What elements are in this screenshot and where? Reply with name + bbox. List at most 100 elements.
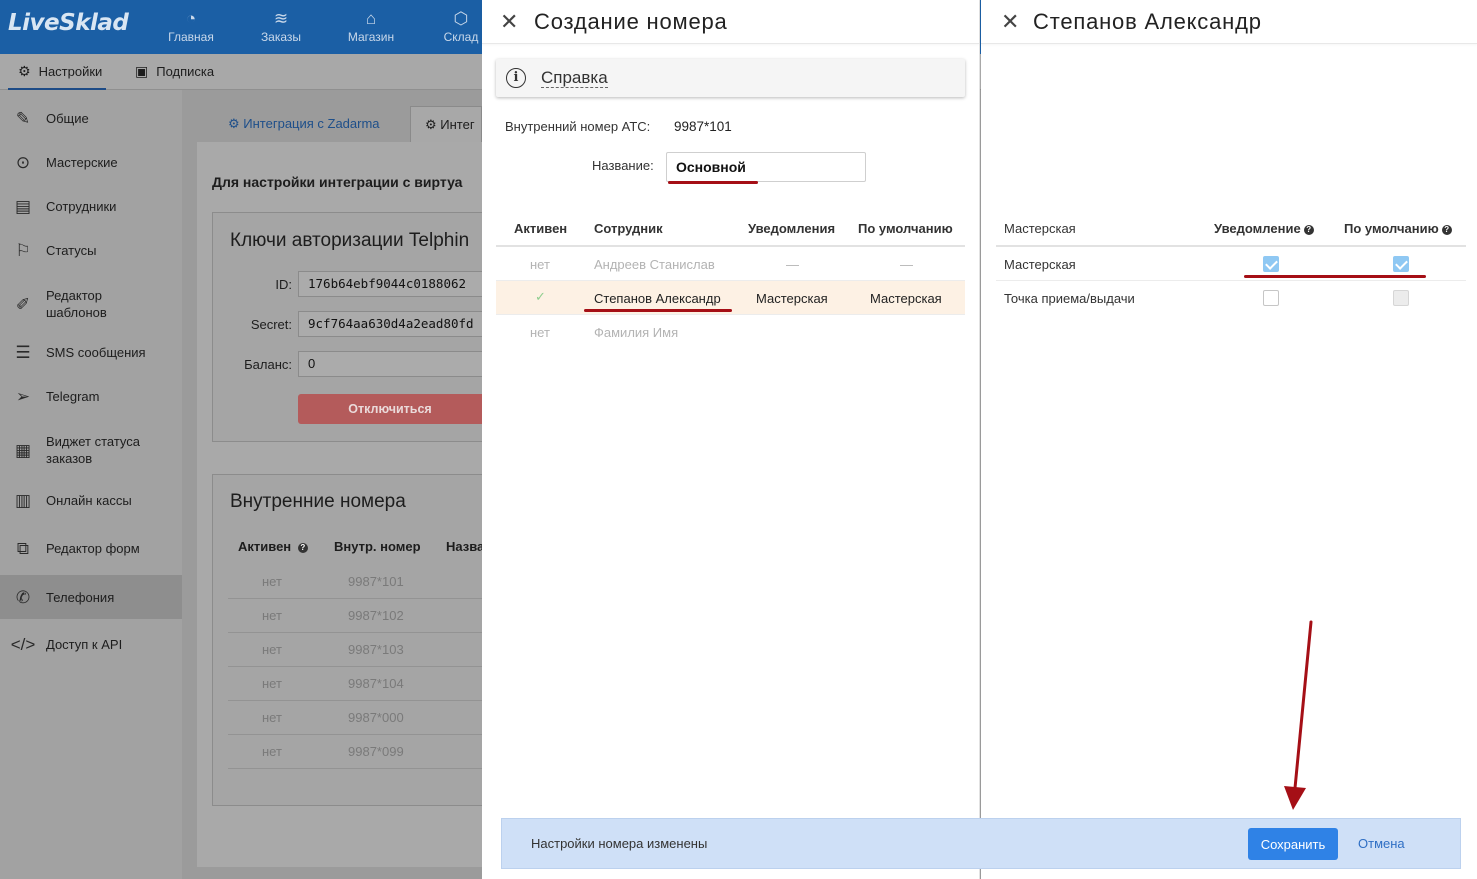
sidebar-item-employees[interactable]: ▤ Сотрудники	[0, 196, 182, 216]
close-icon[interactable]: ✕	[1001, 11, 1019, 33]
nav-home[interactable]: ◔ Главная	[151, 8, 231, 44]
sidebar-item-telegram[interactable]: ➢ Telegram	[0, 386, 182, 406]
id-field[interactable]: 176b64ebf9044c0188062	[298, 271, 482, 297]
header-notification-label: Уведомление	[1214, 221, 1301, 236]
atc-number-value: 9987*101	[674, 119, 732, 134]
sidebar-item-form-editor[interactable]: ⧉ Редактор форм	[0, 538, 182, 558]
tab-telphin[interactable]: ⚙ Интег	[410, 106, 482, 142]
header-default: По умолчанию	[858, 221, 953, 236]
sidebar-item-label: Редактор форм	[46, 540, 140, 556]
save-button[interactable]: Сохранить	[1248, 828, 1338, 860]
row-employee: Фамилия Имя	[594, 325, 679, 340]
nav-shop[interactable]: ⌂ Магазин	[331, 8, 411, 44]
table-row[interactable]: нет 9987*102	[228, 599, 482, 633]
help-link[interactable]: Справка	[541, 68, 608, 88]
internal-header-number: Внутр. номер	[334, 539, 421, 554]
auth-card-title: Ключи авторизации Telphin	[230, 230, 470, 251]
help-icon: ?	[297, 543, 308, 553]
employee-row[interactable]: нет Андреев Станислав — —	[496, 247, 965, 281]
chat-icon: ☰	[15, 342, 31, 362]
row-active: нет	[262, 608, 282, 623]
internal-card-title: Внутренние номера	[230, 491, 406, 512]
table-row[interactable]: нет 9987*000	[228, 701, 482, 735]
changes-footer: Настройки номера изменены Сохранить Отме…	[501, 818, 1461, 869]
basket-icon: ⌂	[365, 9, 377, 28]
employee-drawer-title: Степанов Александр	[1033, 9, 1262, 34]
tab-zadarma[interactable]: ⚙ Интеграция с Zadarma	[214, 106, 394, 142]
sidebar-item-label: Telegram	[46, 388, 100, 404]
sidebar-item-online-cash[interactable]: ▥ Онлайн кассы	[0, 490, 182, 510]
sidebar-item-workshops[interactable]: ⊙ Мастерские	[0, 152, 182, 172]
sidebar-item-label: Виджет статуса заказов	[46, 434, 141, 466]
subtab-subscription-label: Подписка	[156, 64, 215, 79]
sidebar-item-statuses[interactable]: ⚐ Статусы	[0, 240, 182, 260]
sidebar-item-label: Онлайн кассы	[46, 492, 132, 508]
id-card-icon: ▤	[14, 196, 32, 216]
header-notifications: Уведомления	[748, 221, 836, 236]
pen-icon: ✐	[15, 294, 31, 314]
sidebar-item-general[interactable]: ✎ Общие	[0, 108, 182, 128]
help-icon: ?	[1441, 225, 1452, 235]
nav-orders[interactable]: ≋ Заказы	[241, 8, 321, 44]
help-panel[interactable]: i Справка	[496, 59, 965, 97]
money-icon: ▣	[135, 63, 149, 79]
table-row[interactable]: нет 9987*104	[228, 667, 482, 701]
header-employee: Сотрудник	[594, 221, 663, 236]
nav-warehouse-label: Склад	[443, 30, 479, 44]
sidebar-item-label: Общие	[46, 110, 89, 126]
sidebar-item-telephony[interactable]: ✆ Телефония	[0, 575, 182, 619]
secret-label: Secret:	[250, 317, 292, 332]
row-active: нет	[262, 676, 282, 691]
notification-checkbox[interactable]	[1263, 290, 1279, 306]
header-default: По умолчанию?	[1344, 221, 1452, 236]
subtab-settings[interactable]: ⚙ Настройки	[8, 54, 107, 90]
disconnect-button[interactable]: Отключиться	[298, 394, 482, 424]
subtab-subscription[interactable]: ▣ Подписка	[135, 54, 214, 90]
employee-row[interactable]: нет Фамилия Имя	[496, 315, 965, 349]
row-notifications: Мастерская	[756, 291, 828, 306]
name-input[interactable]	[666, 152, 866, 182]
name-label: Название:	[592, 158, 654, 173]
default-checkbox[interactable]	[1393, 256, 1409, 272]
default-checkbox	[1393, 290, 1409, 306]
table-row[interactable]: нет 9987*099	[228, 735, 482, 769]
row-active: нет	[262, 744, 282, 759]
row-number: 9987*102	[348, 608, 404, 623]
sidebar-item-template-editor[interactable]: ✐ Редактор шаблонов	[0, 284, 182, 324]
gear-icon: ⚙	[425, 117, 441, 132]
sidebar-item-label: Статусы	[46, 242, 97, 258]
flag-icon: ⚐	[15, 240, 31, 260]
table-row[interactable]: нет 9987*103	[228, 633, 482, 667]
code-icon: </>	[10, 634, 36, 654]
cancel-button[interactable]: Отмена	[1358, 836, 1405, 851]
gear-icon: ⚙	[228, 116, 244, 131]
header-default-label: По умолчанию	[1344, 221, 1439, 236]
sidebar-item-label: Доступ к API	[46, 636, 123, 652]
changes-message: Настройки номера изменены	[531, 836, 708, 851]
phone-icon: ✆	[15, 587, 31, 607]
tab-telphin-label: Интег	[440, 117, 475, 132]
row-active: нет	[530, 325, 550, 340]
settings-sidebar: ✎ Общие ⊙ Мастерские ▤ Сотрудники ⚐ Статусы …	[0, 90, 182, 879]
secret-field[interactable]: 9cf764aa630d4a2ead80fd	[298, 311, 482, 337]
balance-field[interactable]: 0	[298, 351, 482, 377]
sidebar-item-sms[interactable]: ☰ SMS сообщения	[0, 342, 182, 362]
create-drawer-title: Создание номера	[534, 9, 728, 34]
edit-icon: ✎	[15, 108, 31, 128]
header-notification: Уведомление?	[1214, 221, 1314, 236]
internal-header-active: Активен ?	[238, 539, 308, 554]
row-number: 9987*103	[348, 642, 404, 657]
sidebar-item-status-widget[interactable]: ▦ Виджет статуса заказов	[0, 430, 182, 470]
widget-icon: ▦	[14, 440, 32, 460]
internal-header-name: Назва	[446, 539, 482, 554]
employee-drawer-header: ✕ Степанов Александр	[981, 0, 1477, 44]
location-icon: ⊙	[15, 152, 31, 172]
header-active: Активен	[514, 221, 568, 236]
sidebar-item-api[interactable]: </> Доступ к API	[0, 634, 182, 654]
notification-checkbox[interactable]	[1263, 256, 1279, 272]
table-row[interactable]: нет 9987*101	[228, 565, 482, 599]
sidebar-item-label: Телефония	[46, 589, 115, 605]
row-active: нет	[530, 257, 550, 272]
sidebar-item-label: Сотрудники	[46, 198, 117, 214]
close-icon[interactable]: ✕	[500, 11, 518, 33]
